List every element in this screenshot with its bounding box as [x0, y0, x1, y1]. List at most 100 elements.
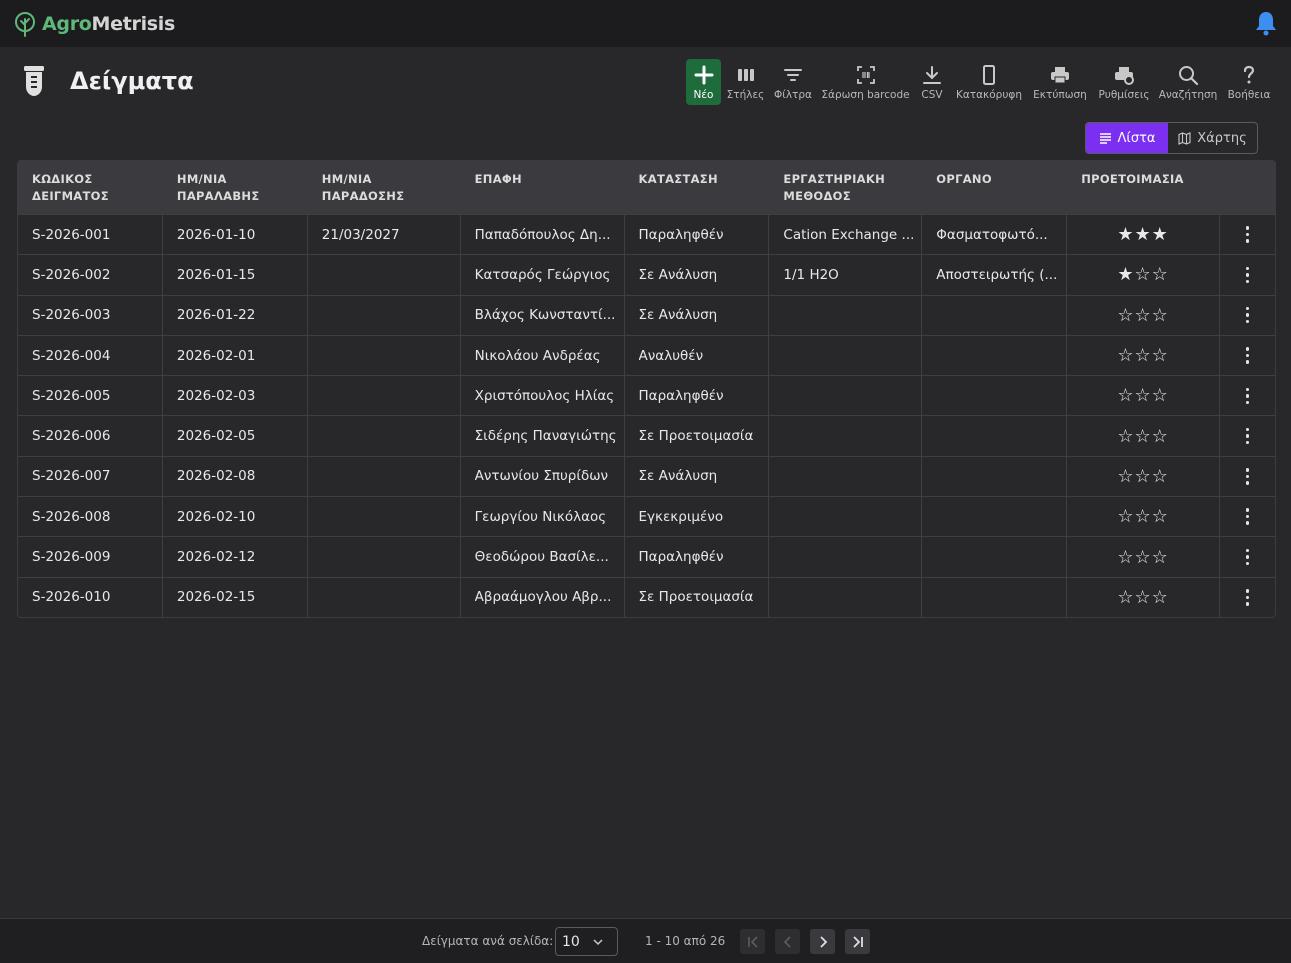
cell-code: S-2026-006: [18, 416, 163, 456]
first-page-icon: [747, 935, 758, 948]
cell-instrument: [922, 577, 1068, 617]
barcode-scan-button[interactable]: Σάρωση barcode: [821, 59, 910, 105]
list-view-button[interactable]: Λίστα: [1086, 123, 1168, 153]
printer-settings-icon: [1115, 67, 1134, 85]
table-row[interactable]: S-2026-002 2026-01-15 Κατσαρός Γεώργιος Σε …: [18, 254, 1275, 295]
top-bar: Agro Metrisis: [0, 0, 1291, 47]
column-header-status[interactable]: ΚΑΤΑΣΤΑΣΗ: [625, 161, 770, 214]
cell-delivery: [308, 376, 461, 416]
prep-rating[interactable]: ☆☆☆: [1067, 335, 1221, 376]
per-page-label: Δείγματα ανά σελίδα:: [422, 934, 554, 948]
cell-code-text: S-2026-005: [32, 387, 111, 404]
new-button-label: Νέο: [693, 89, 714, 101]
barcode-scan-button-label: Σάρωση barcode: [821, 89, 910, 101]
map-view-button[interactable]: Χάρτης: [1168, 123, 1257, 153]
column-header-actions: [1220, 161, 1275, 214]
help-button[interactable]: Βοήθεια: [1227, 59, 1271, 105]
search-icon: [1179, 66, 1199, 86]
columns-button[interactable]: Στήλες: [727, 59, 764, 105]
prep-rating[interactable]: ☆☆☆: [1067, 537, 1221, 577]
cell-contact-text: Κατσαρός Γεώργιος: [474, 266, 611, 283]
last-page-icon: [852, 935, 863, 948]
cell-code: S-2026-007: [18, 456, 163, 497]
prep-rating[interactable]: ☆☆☆: [1067, 376, 1221, 416]
column-header-prep[interactable]: ΠΡΟΕΤΟΙΜΑΣΙΑ: [1067, 161, 1220, 214]
cell-status-text: Σε Ανάλυση: [638, 468, 718, 485]
cell-instrument: [922, 537, 1068, 577]
table-row[interactable]: S-2026-010 2026-02-15 Αβραάμογλου Αβρ... Σε…: [18, 576, 1275, 617]
cell-code-text: S-2026-010: [32, 589, 111, 606]
table-row[interactable]: S-2026-007 2026-02-08 Αντωνίου Σπυρίδων Σε …: [18, 455, 1275, 497]
more-vertical-icon[interactable]: [1245, 508, 1250, 525]
row-actions-cell: [1220, 336, 1275, 375]
print-button-label: Εκτύπωση: [1033, 89, 1087, 101]
table-row[interactable]: S-2026-005 2026-02-03 Χριστόπουλος Ηλίας Πα…: [18, 375, 1275, 416]
cell-contact: Βλάχος Κωνσταντί...: [461, 295, 625, 335]
prep-rating[interactable]: ☆☆☆: [1067, 577, 1221, 617]
table-row[interactable]: S-2026-008 2026-02-10 Γεωργίου Νικόλαος Εγκ…: [18, 496, 1275, 537]
prep-rating[interactable]: ☆☆☆: [1067, 416, 1221, 456]
csv-button[interactable]: CSV: [918, 59, 946, 105]
filters-button[interactable]: Φίλτρα: [774, 59, 812, 105]
prep-rating[interactable]: ★☆☆: [1067, 255, 1221, 295]
prev-page-button[interactable]: [775, 929, 800, 954]
cell-status-text: Παραληφθέν: [638, 549, 724, 566]
cell-contact-text: Θεοδώρου Βασίλε...: [474, 549, 609, 566]
table-row[interactable]: S-2026-009 2026-02-12 Θεοδώρου Βασίλε... Πα…: [18, 536, 1275, 577]
new-button[interactable]: Νέο: [686, 59, 721, 105]
prep-rating[interactable]: ★★★: [1067, 215, 1221, 255]
table-row[interactable]: S-2026-004 2026-02-01 Νικολάου Ανδρέας Αναλ…: [18, 334, 1275, 376]
more-vertical-icon[interactable]: [1245, 468, 1250, 485]
search-button[interactable]: Αναζήτηση: [1159, 59, 1217, 105]
more-vertical-icon[interactable]: [1245, 226, 1250, 243]
table-header: ΚΩΔΙΚΟΣ ΔΕΙΓΜΑΤΟΣ ΗΜ/ΝΙΑ ΠΑΡΑΛΑΒΗΣ ΗΜ/ΝΙΑ Π…: [18, 161, 1275, 214]
print-settings-button[interactable]: Ρυθμίσεις: [1098, 59, 1150, 105]
more-vertical-icon[interactable]: [1245, 387, 1250, 405]
page-header: Δείγματα Νέο Στήλες Φίλτρα Σάρωση barcod…: [0, 47, 1291, 117]
prep-rating[interactable]: ☆☆☆: [1067, 497, 1221, 537]
table-row[interactable]: S-2026-003 2026-01-22 Βλάχος Κωνσταντί... Σ…: [18, 294, 1275, 335]
table-body: S-2026-001 2026-01-10 21/03/2027 Παπαδόπουλ…: [18, 214, 1275, 617]
cell-instrument: [922, 295, 1068, 335]
cell-contact: Κατσαρός Γεώργιος: [461, 255, 625, 295]
cell-instrument: Αποστειρωτής (...: [922, 255, 1068, 295]
cell-received: 2026-02-10: [163, 497, 308, 537]
cell-code-text: S-2026-003: [32, 307, 111, 324]
page-range: 1 - 10 από 26: [645, 934, 726, 948]
more-vertical-icon[interactable]: [1245, 548, 1250, 566]
table-row[interactable]: S-2026-006 2026-02-05 Σιδέρης Παναγιώτης Σε…: [18, 415, 1275, 456]
column-header-code[interactable]: ΚΩΔΙΚΟΣ ΔΕΙΓΜΑΤΟΣ: [18, 161, 163, 214]
app-logo[interactable]: Agro Metrisis: [12, 11, 175, 37]
app-name-part1: Agro: [42, 12, 92, 35]
prep-rating[interactable]: ☆☆☆: [1067, 295, 1221, 335]
more-vertical-icon[interactable]: [1245, 347, 1250, 364]
more-vertical-icon[interactable]: [1245, 427, 1250, 445]
table-row[interactable]: S-2026-001 2026-01-10 21/03/2027 Παπαδόπουλ…: [18, 214, 1275, 255]
last-page-button[interactable]: [845, 929, 870, 954]
column-header-delivery[interactable]: ΗΜ/ΝΙΑ ΠΑΡΑΔΟΣΗΣ: [308, 161, 461, 214]
more-vertical-icon[interactable]: [1245, 589, 1250, 606]
column-header-method[interactable]: ΕΡΓΑΣΤΗΡΙΑΚΗ ΜΕΘΟΔΟΣ: [769, 161, 922, 214]
more-vertical-icon[interactable]: [1245, 266, 1250, 284]
cell-instrument: [922, 335, 1068, 376]
print-button[interactable]: Εκτύπωση: [1033, 59, 1087, 105]
cell-method: [769, 497, 923, 537]
portrait-button[interactable]: Κατακόρυφη: [956, 59, 1022, 105]
prep-rating[interactable]: ☆☆☆: [1067, 456, 1221, 497]
bell-icon[interactable]: [1254, 10, 1278, 36]
cell-code: S-2026-008: [18, 497, 163, 537]
column-header-received[interactable]: ΗΜ/ΝΙΑ ΠΑΡΑΛΑΒΗΣ: [163, 161, 308, 214]
next-page-button[interactable]: [810, 929, 835, 954]
first-page-button[interactable]: [740, 929, 765, 954]
columns-button-label: Στήλες: [726, 89, 765, 101]
print-settings-button-label: Ρυθμίσεις: [1098, 89, 1150, 101]
cell-code: S-2026-009: [18, 537, 163, 577]
column-header-instrument[interactable]: ΟΡΓΑΝΟ: [922, 161, 1067, 214]
app-name-part2: Metrisis: [91, 12, 176, 35]
per-page-select[interactable]: 10: [555, 927, 618, 956]
cell-method-text: Cation Exchange ...: [783, 226, 915, 243]
columns-icon: [737, 69, 754, 81]
row-actions-cell: [1220, 255, 1275, 294]
more-vertical-icon[interactable]: [1245, 306, 1250, 324]
column-header-contact[interactable]: ΕΠΑΦΗ: [461, 161, 625, 214]
